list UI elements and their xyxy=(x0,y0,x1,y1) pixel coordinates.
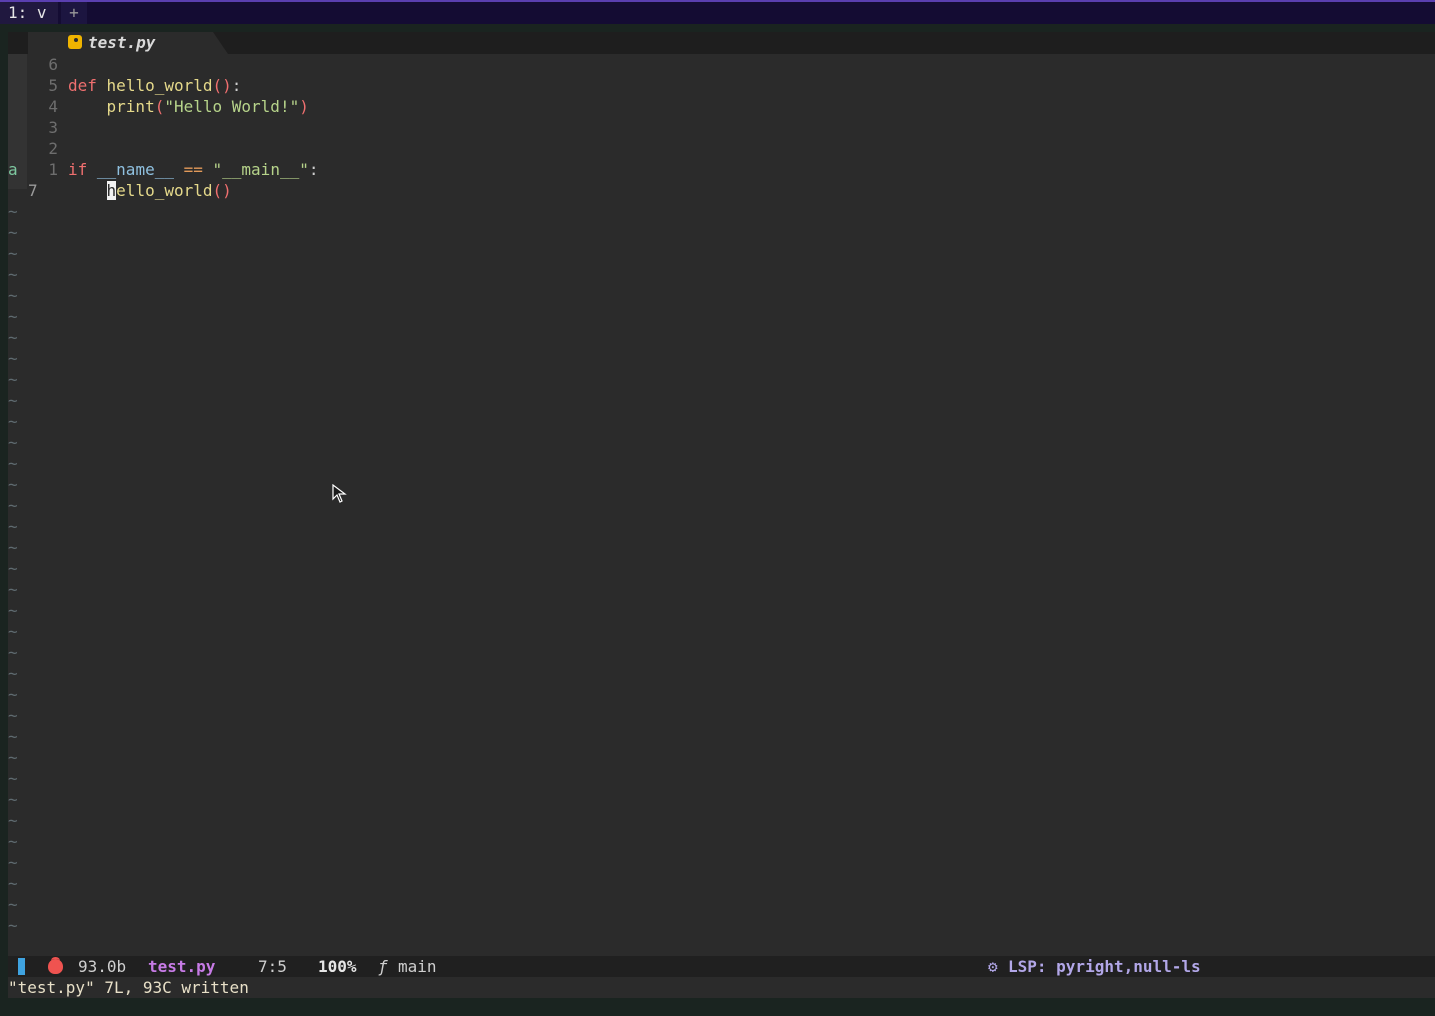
empty-line-marker: ~ xyxy=(8,202,18,221)
empty-line-marker: ~ xyxy=(8,454,18,473)
git-branch-icon: ƒ xyxy=(378,957,388,976)
line-number: 2 xyxy=(48,139,58,158)
line-number: 4 xyxy=(48,97,58,116)
empty-line-marker: ~ xyxy=(8,580,18,599)
statusline: 93.0b test.py 7:5 100% ƒ main ⚙ LSP: pyr… xyxy=(8,956,1435,977)
code-text: def hello_world(): xyxy=(68,75,241,96)
code-token: hello_world xyxy=(106,76,213,95)
tmux-new-window-button[interactable]: + xyxy=(61,2,87,24)
empty-line-marker: ~ xyxy=(8,433,18,452)
cursor-position: 7:5 xyxy=(258,957,287,976)
code-token: print xyxy=(106,97,155,116)
empty-line-marker: ~ xyxy=(8,853,18,872)
empty-line-marker: ~ xyxy=(8,370,18,389)
code-line[interactable]: 4 print("Hello World!") xyxy=(8,96,1435,117)
empty-line-marker: ~ xyxy=(8,769,18,788)
empty-line-marker: ~ xyxy=(8,496,18,515)
empty-line-marker: ~ xyxy=(8,307,18,326)
code-line[interactable]: 3 xyxy=(8,117,1435,138)
code-token: : xyxy=(308,160,319,179)
editor-pane[interactable]: test.py 6 5 def hello_world(): 4 print("Hel… xyxy=(8,32,1435,998)
empty-line-marker: ~ xyxy=(8,475,18,494)
line-number: 1 xyxy=(48,160,58,179)
code-text: print("Hello World!") xyxy=(68,96,309,117)
empty-line-marker: ~ xyxy=(8,622,18,641)
empty-line-marker: ~ xyxy=(8,391,18,410)
code-token: if xyxy=(68,160,88,179)
code-token: "Hello World!" xyxy=(164,97,300,116)
empty-line-marker: ~ xyxy=(8,265,18,284)
status-file-name: test.py xyxy=(148,957,216,976)
code-token: () xyxy=(212,181,232,200)
empty-line-marker: ~ xyxy=(8,412,18,431)
code-token: () xyxy=(212,76,232,95)
empty-line-marker: ~ xyxy=(8,832,18,851)
code-token: ) xyxy=(299,97,309,116)
code-text: if __name__ == "__main__": xyxy=(68,159,318,180)
code-text: hello_world() xyxy=(68,180,232,201)
empty-line-marker: ~ xyxy=(8,559,18,578)
code-line[interactable]: 7 hello_world() xyxy=(8,180,1435,201)
command-line[interactable]: "test.py" 7L, 93C written xyxy=(8,977,1435,998)
empty-line-marker: ~ xyxy=(8,790,18,809)
tmux-status-bar: 1: v + xyxy=(0,0,1435,24)
buffer-tab-name: test.py xyxy=(88,33,156,52)
line-number: 7 xyxy=(28,181,38,200)
git-branch: main xyxy=(398,957,437,976)
text-cursor: h xyxy=(106,181,117,200)
scroll-percent: 100% xyxy=(318,957,357,976)
code-token: == xyxy=(183,160,203,179)
line-number: 5 xyxy=(48,76,58,95)
code-token: def xyxy=(68,76,97,95)
code-token: ( xyxy=(154,97,165,116)
code-token: "__main__" xyxy=(212,160,309,179)
bufferline: test.py xyxy=(8,32,1435,54)
empty-line-marker: ~ xyxy=(8,643,18,662)
empty-line-marker: ~ xyxy=(8,748,18,767)
mode-indicator xyxy=(18,958,25,975)
file-size: 93.0b xyxy=(78,957,127,976)
empty-line-marker: ~ xyxy=(8,727,18,746)
empty-line-marker: ~ xyxy=(8,328,18,347)
buffer-tab-test-py[interactable]: test.py xyxy=(28,32,228,54)
empty-line-marker: ~ xyxy=(8,223,18,242)
empty-line-marker: ~ xyxy=(8,517,18,536)
python-icon xyxy=(68,35,82,49)
empty-line-marker: ~ xyxy=(8,601,18,620)
line-number: 3 xyxy=(48,118,58,137)
empty-line-marker: ~ xyxy=(8,811,18,830)
line-number: 6 xyxy=(48,55,58,74)
empty-line-marker: ~ xyxy=(8,874,18,893)
code-token: : xyxy=(231,76,242,95)
lsp-status: LSP: pyright,null-ls xyxy=(1008,957,1201,976)
tmux-window-tab[interactable]: 1: v xyxy=(0,2,58,24)
empty-line-marker: ~ xyxy=(8,244,18,263)
empty-line-marker: ~ xyxy=(8,685,18,704)
code-line[interactable]: 5 def hello_world(): xyxy=(8,75,1435,96)
bug-icon xyxy=(48,957,63,974)
empty-line-marker: ~ xyxy=(8,538,18,557)
code-line[interactable]: 6 xyxy=(8,54,1435,75)
code-line[interactable]: 2 xyxy=(8,138,1435,159)
empty-line-marker: ~ xyxy=(8,664,18,683)
empty-line-marker: ~ xyxy=(8,706,18,725)
code-token: __name__ xyxy=(96,160,174,179)
gear-icon: ⚙ xyxy=(988,957,998,976)
empty-line-marker: ~ xyxy=(8,916,18,935)
empty-line-marker: ~ xyxy=(8,286,18,305)
mouse-pointer-icon xyxy=(332,484,347,503)
empty-line-marker: ~ xyxy=(8,895,18,914)
code-token: ello_world xyxy=(116,181,213,200)
code-line[interactable]: a 1 if __name__ == "__main__": xyxy=(8,159,1435,180)
empty-line-marker: ~ xyxy=(8,349,18,368)
